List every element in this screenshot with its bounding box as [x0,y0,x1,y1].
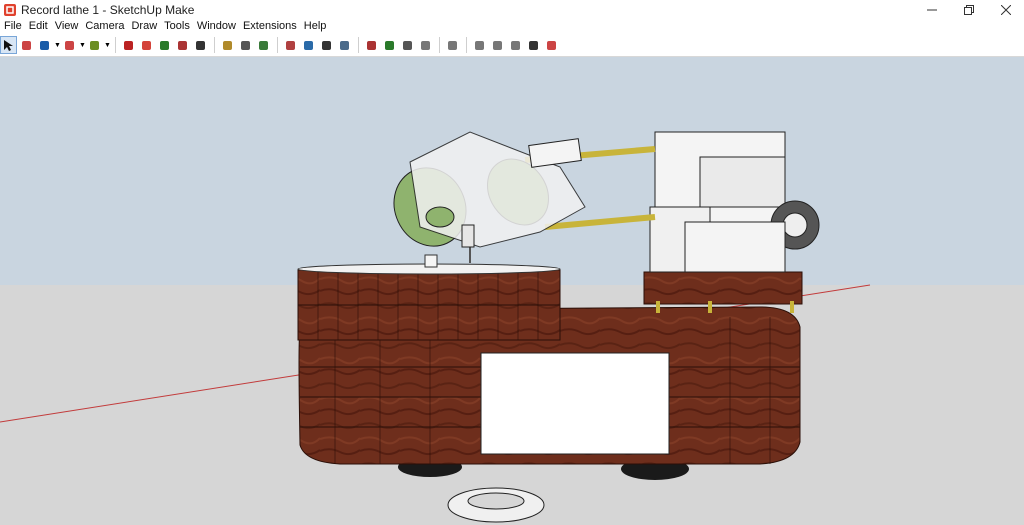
scene-1-icon [475,40,484,50]
zoom-button[interactable] [318,36,335,54]
close-icon [1000,5,1011,15]
menu-tools[interactable]: Tools [160,19,193,34]
title-bar: Record lathe 1 - SketchUp Make [0,0,1024,20]
paint-bucket-icon [259,40,268,50]
sketchup-logo-icon [4,4,16,16]
menu-bar: File Edit View Camera Draw Tools Window … [0,19,1024,34]
toolbar-separator [115,37,116,53]
toolbar-separator [439,37,440,53]
share-component-button[interactable] [417,36,434,54]
eraser-button[interactable] [18,36,35,54]
rotate-icon [178,40,187,50]
pan-button[interactable] [300,36,317,54]
tape-measure-button[interactable] [219,36,236,54]
pan-icon [304,40,313,50]
menu-help[interactable]: Help [300,19,330,34]
restore-icon [963,5,974,15]
text-icon [241,40,250,50]
scene-2-button[interactable] [489,36,506,54]
move-button[interactable] [156,36,173,54]
layers-button[interactable] [444,36,461,54]
extension-warehouse-button[interactable] [399,36,416,54]
warehouse-icon [367,40,376,50]
toolbar-separator [358,37,359,53]
scene-3-button[interactable] [507,36,524,54]
scene-4-button[interactable] [525,36,542,54]
zoom-extents-button[interactable] [336,36,353,54]
pencil-line-button[interactable] [36,36,53,54]
model-scene [0,57,1024,525]
zoom-icon [322,40,331,50]
front-panel [480,352,670,455]
window-title: Record lathe 1 - SketchUp Make [21,3,195,17]
scene-5-icon [547,40,556,50]
text-button[interactable] [237,36,254,54]
minimize-button[interactable] [913,0,950,20]
zoom-extents-icon [340,40,349,50]
arc-icon [65,40,74,50]
paint-bucket-button[interactable] [255,36,272,54]
arc-button[interactable] [61,36,78,54]
menu-extensions[interactable]: Extensions [239,19,300,34]
menu-camera[interactable]: Camera [81,19,127,34]
toolbar-separator [214,37,215,53]
restore-button[interactable] [950,0,987,20]
scale-button[interactable] [192,36,209,54]
scene-3-icon [511,40,520,50]
dropdown-arrow-icon[interactable]: ▼ [54,36,61,54]
toolbar-separator [277,37,278,53]
dropdown-arrow-icon[interactable]: ▼ [104,36,111,54]
drawing-viewport[interactable] [0,57,1024,525]
tape-measure-icon [223,40,232,50]
menu-file[interactable]: File [0,19,25,34]
eraser-icon [22,40,31,50]
menu-draw[interactable]: Draw [127,19,160,34]
washer-ring [447,487,545,523]
extension-warehouse-icon [403,40,412,50]
menu-view[interactable]: View [51,19,82,34]
menu-edit[interactable]: Edit [25,19,51,34]
share-model-icon [385,40,394,50]
orbit-button[interactable] [282,36,299,54]
scene-4-icon [529,40,538,50]
main-toolbar: ▼ ▼ ▼ [0,34,1024,57]
select-arrow-button[interactable] [0,36,17,54]
push-pull-button[interactable] [120,36,137,54]
orbit-icon [286,40,295,50]
scale-icon [196,40,205,50]
menu-window[interactable]: Window [193,19,239,34]
window-controls [913,0,1024,20]
select-arrow-icon [4,39,13,51]
close-button[interactable] [987,0,1024,20]
share-component-icon [421,40,430,50]
shapes-button[interactable] [86,36,103,54]
toolbar-separator [466,37,467,53]
minimize-icon [926,9,937,11]
offset-icon [142,40,151,50]
warehouse-button[interactable] [363,36,380,54]
scene-2-icon [493,40,502,50]
layers-icon [448,40,457,50]
scene-5-button[interactable] [543,36,560,54]
share-model-button[interactable] [381,36,398,54]
move-icon [160,40,169,50]
scene-1-button[interactable] [471,36,488,54]
pencil-line-icon [40,40,49,50]
rotate-button[interactable] [174,36,191,54]
shapes-icon [90,40,99,50]
push-pull-icon [124,40,133,50]
dropdown-arrow-icon[interactable]: ▼ [79,36,86,54]
offset-button[interactable] [138,36,155,54]
